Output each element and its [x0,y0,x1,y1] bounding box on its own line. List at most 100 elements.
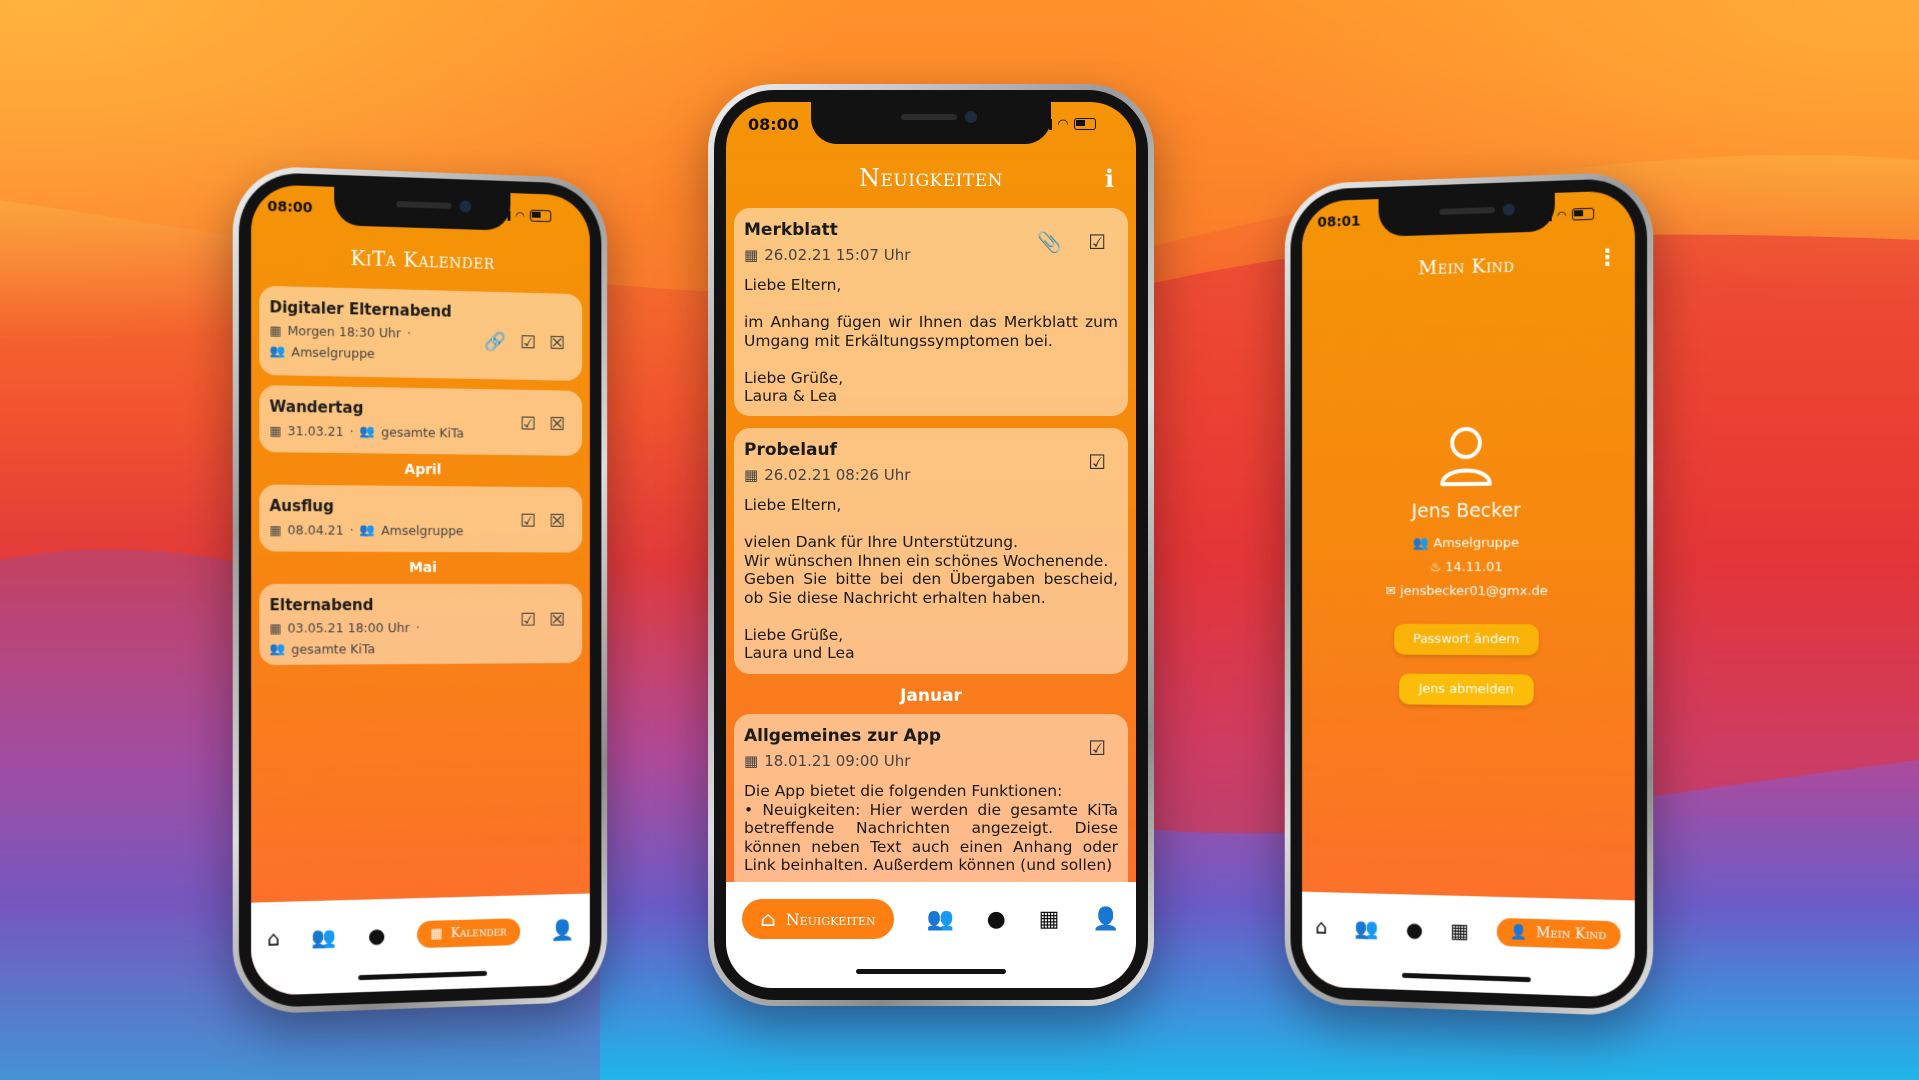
tab-calendar-icon[interactable]: ▦ [1450,919,1469,944]
calendar-icon: ▦ [269,620,282,636]
page-title: Mein Kind [1418,254,1515,280]
event-group-row: 👥 Amselgruppe [269,343,374,361]
more-options-icon[interactable]: ⋮ [1596,245,1618,271]
group-icon: 👥 [359,423,376,439]
change-password-button[interactable]: Passwort ändern [1394,623,1539,656]
decline-event-icon[interactable]: ☒ [549,610,565,631]
calendar-icon: ▦ [430,925,443,942]
tab-profile-icon[interactable]: 👤 [1092,907,1119,932]
status-icons: ◠ [1533,207,1595,222]
page-title: KiTa Kalender [350,245,495,275]
tab-news[interactable]: ⌂ Neuigkeiten [742,899,894,939]
tab-home-icon[interactable]: ⌂ [267,926,280,951]
tab-groups-icon[interactable]: 👥 [926,907,953,932]
event-title: Ausflug [269,496,334,516]
event-group-row: 👥 gesamte KiTa [269,640,375,657]
event-card[interactable]: Ausflug ▦ 08.04.21 · 👥 Amselgruppe ☑ ☒ [259,484,583,553]
news-date-row: ▦ 26.02.21 08:26 Uhr [744,466,910,484]
event-card[interactable]: Elternabend ▦ 03.05.21 18:00 Uhr · 👥 gesa… [259,583,583,666]
event-date: 03.05.21 18:00 Uhr [287,620,410,636]
attachment-icon[interactable]: 📎 [1037,230,1062,254]
logout-button[interactable]: Jens abmelden [1399,673,1534,706]
tab-chat-icon[interactable]: ● [1406,917,1423,941]
phone-profile: 08:01 ◠ Mein Kind ⋮ Jens Becker 👥 Amselg… [1284,171,1654,1017]
event-group: Amselgruppe [291,343,375,361]
tab-bar: ⌂ 👥 ● ▦ 👤 Mein Kind [1302,891,1635,998]
event-card[interactable]: Wandertag ▦ 31.03.21 · 👥 gesamte KiTa ☑ ☒ [259,385,583,456]
birthday-cake-icon: ♨ [1429,560,1442,576]
decline-event-icon[interactable]: ☒ [549,333,565,354]
event-actions: ☑ ☒ [520,511,565,532]
tab-profile-icon[interactable]: 👤 [551,918,575,942]
home-indicator [856,969,1006,974]
wifi-icon: ◠ [515,208,525,222]
link-icon[interactable]: 🔗 [484,331,506,352]
phone-news: 08:00 ◠ Neuigkeiten i Merkblatt ▦ 26.02.… [708,84,1154,1006]
news-title: Allgemeines zur App [744,726,942,746]
child-group: Amselgruppe [1433,535,1520,552]
news-actions: ☑ [1088,450,1106,474]
tab-groups-icon[interactable]: 👥 [1354,916,1378,941]
event-date: 08.04.21 [287,521,344,538]
event-card[interactable]: Digitaler Elternabend ▦ Morgen 18:30 Uhr… [259,285,583,381]
event-title: Elternabend [269,596,374,615]
child-email: jensbecker01@gmx.de [1400,583,1548,600]
news-body: Liebe Eltern, vielen Dank für Ihre Unter… [744,496,1118,662]
signal-icon [492,208,510,221]
decline-event-icon[interactable]: ☒ [549,511,565,532]
status-icons: ◠ [1034,117,1096,132]
tab-groups-icon[interactable]: 👥 [312,925,337,950]
mail-icon: ✉ [1385,584,1397,599]
event-group: gesamte KiTa [291,640,376,657]
signal-icon [1533,209,1552,222]
event-date-row: ▦ 31.03.21 · 👥 gesamte KiTa [269,422,464,441]
tab-chat-icon[interactable]: ● [368,923,385,948]
decline-event-icon[interactable]: ☒ [549,414,565,435]
user-avatar-icon [1438,426,1493,489]
calendar-icon: ▦ [744,466,759,484]
add-to-calendar-icon[interactable]: ☑ [520,610,536,631]
status-time: 08:00 [748,114,799,134]
add-to-calendar-icon[interactable]: ☑ [520,511,536,532]
event-actions: ☑ ☒ [520,414,565,435]
status-time: 08:01 [1317,213,1361,231]
child-email-row: ✉ jensbecker01@gmx.de [1302,584,1635,599]
news-title: Merkblatt [744,220,838,240]
tab-news-label: Neuigkeiten [785,909,876,929]
news-body: Die App bietet die folgenden Funktionen:… [744,782,1118,874]
profile-screen: 08:01 ◠ Mein Kind ⋮ Jens Becker 👥 Amselg… [1302,190,1635,998]
add-to-calendar-icon[interactable]: ☑ [520,332,536,353]
news-card[interactable]: Probelauf ▦ 26.02.21 08:26 Uhr ☑ Liebe E… [734,428,1128,674]
event-date-row: ▦ Morgen 18:30 Uhr · [269,322,411,341]
news-date-row: ▦ 18.01.21 09:00 Uhr [744,752,910,770]
news-card[interactable]: Merkblatt ▦ 26.02.21 15:07 Uhr 📎 ☑ Liebe… [734,208,1128,416]
info-icon[interactable]: i [1105,164,1114,193]
tab-home-icon[interactable]: ⌂ [1315,915,1327,939]
calendar-icon: ▦ [269,322,282,338]
event-actions: ☑ ☒ [520,610,565,631]
mark-read-icon[interactable]: ☑ [1088,230,1106,254]
child-birthday: 14.11.01 [1445,559,1503,576]
child-name: Jens Becker [1411,499,1521,523]
tab-chat-icon[interactable]: ● [987,907,1006,932]
wifi-icon: ◠ [1557,208,1566,222]
calendar-screen: 08:00 ◠ KiTa Kalender Digitaler Elternab… [251,183,590,997]
tab-calendar-icon[interactable]: ▦ [1039,907,1060,932]
calendar-icon: ▦ [744,246,759,264]
tab-calendar[interactable]: ▦ Kalender [416,917,521,948]
tab-my-child[interactable]: 👤 Mein Kind [1496,917,1621,950]
event-date-row: ▦ 08.04.21 · 👥 Amselgruppe [269,521,464,538]
status-time: 08:00 [267,198,313,217]
signal-icon [1034,118,1052,130]
news-title: Probelauf [744,440,838,460]
group-icon: 👥 [1413,536,1430,552]
calendar-icon: ▦ [269,422,282,438]
mark-read-icon[interactable]: ☑ [1088,736,1106,760]
event-group: gesamte KiTa [381,423,464,441]
event-actions: 🔗 ☑ ☒ [484,331,564,354]
mark-read-icon[interactable]: ☑ [1088,450,1106,474]
news-date: 26.02.21 15:07 Uhr [764,246,911,264]
add-to-calendar-icon[interactable]: ☑ [520,414,536,435]
page-title: Neuigkeiten [859,164,1003,192]
event-date-row: ▦ 03.05.21 18:00 Uhr · [269,620,420,636]
